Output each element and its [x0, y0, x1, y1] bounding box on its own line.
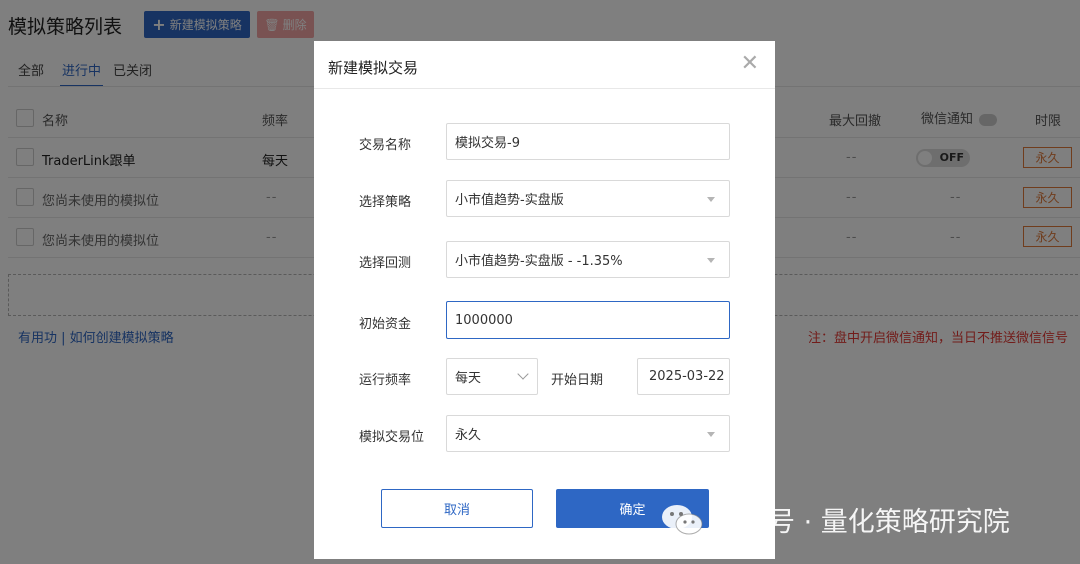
- new-sim-trade-dialog: 新建模拟交易 ✕ 交易名称 模拟交易-9 选择策略 小市值趋势-实盘版 选择回测…: [314, 41, 775, 559]
- capital-label: 初始资金: [359, 317, 412, 332]
- trade-name-input[interactable]: 模拟交易-9: [446, 123, 730, 160]
- sim-slot-select[interactable]: 永久: [446, 415, 730, 452]
- start-date-label: 开始日期: [551, 373, 604, 388]
- backtest-select[interactable]: 小市值趋势-实盘版 - -1.35%: [446, 241, 730, 278]
- sim-slot-label: 模拟交易位: [359, 430, 425, 445]
- strategy-label: 选择策略: [359, 195, 412, 210]
- close-icon[interactable]: ✕: [741, 53, 759, 75]
- backtest-label: 选择回测: [359, 256, 412, 271]
- frequency-select[interactable]: 每天: [446, 358, 538, 395]
- start-date-input[interactable]: 2025-03-22: [637, 358, 730, 395]
- strategy-select[interactable]: 小市值趋势-实盘版: [446, 180, 730, 217]
- dialog-title: 新建模拟交易: [328, 59, 419, 77]
- dialog-header: 新建模拟交易 ✕: [314, 41, 775, 89]
- frequency-label: 运行频率: [359, 373, 412, 388]
- cancel-button[interactable]: 取消: [381, 489, 533, 528]
- caret-down-icon: [707, 197, 715, 202]
- initial-capital-input[interactable]: 1000000: [446, 301, 730, 339]
- trade-name-label: 交易名称: [359, 138, 412, 153]
- watermark: 公众号 · 量化策略研究院: [660, 500, 1010, 539]
- wechat-logo-icon: [662, 504, 703, 534]
- caret-down-icon: [707, 258, 715, 263]
- caret-down-icon: [707, 432, 715, 437]
- chevron-down-icon: [517, 368, 529, 380]
